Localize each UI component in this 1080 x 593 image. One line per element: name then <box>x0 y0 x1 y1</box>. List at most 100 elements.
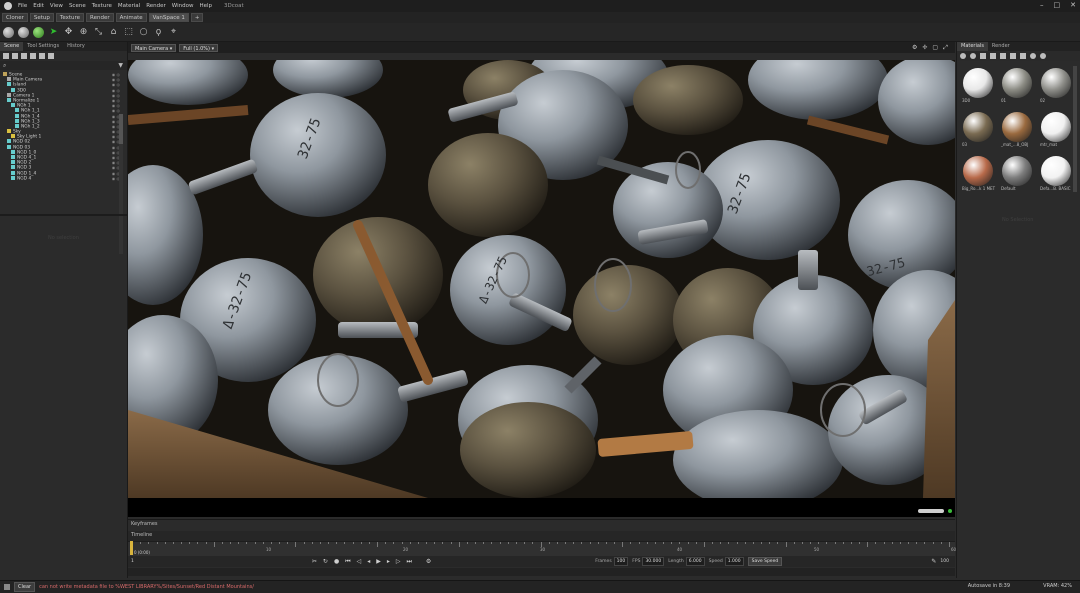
menu-material[interactable]: Material <box>118 3 140 9</box>
list-icon[interactable] <box>1020 53 1026 59</box>
workspace-tab[interactable]: Render <box>86 13 114 22</box>
settings-icon[interactable]: ⚙ <box>426 558 431 565</box>
menu-file[interactable]: File <box>18 3 27 9</box>
panel-divider[interactable] <box>0 214 127 216</box>
new-folder-icon[interactable] <box>12 53 18 59</box>
menu-render[interactable]: Render <box>146 3 166 9</box>
expand-icon[interactable]: ⤢ <box>943 44 948 52</box>
rect-select-icon[interactable]: ⬚ <box>123 27 134 38</box>
render-viewport[interactable]: 32-75 32-75 Δ-32-75 32-75 Δ-32-75 <box>128 60 955 498</box>
material-swatch[interactable]: 3D0 <box>960 65 996 105</box>
first-frame-icon[interactable]: ⏮ <box>345 558 350 566</box>
frame-icon[interactable]: ▢ <box>932 44 938 52</box>
material-library-icon[interactable] <box>970 53 976 59</box>
refresh-icon[interactable] <box>1030 53 1036 59</box>
rotate-gizmo-icon[interactable]: ⊕ <box>78 27 89 38</box>
render-mode-shaded-icon[interactable] <box>3 26 14 38</box>
mesh-icon <box>11 87 15 92</box>
fps-input[interactable]: 30.000 <box>642 557 665 566</box>
material-swatch[interactable]: _mat_...8_OBJ <box>999 109 1035 149</box>
workspace-tab[interactable]: VanSpace 1 <box>148 13 189 22</box>
duplicate-icon[interactable] <box>39 53 45 59</box>
frames-input[interactable]: 100 <box>613 557 629 566</box>
console-icon[interactable] <box>4 584 10 590</box>
material-swatch[interactable]: Big_Ro...k 1 MET <box>960 153 996 193</box>
play-icon[interactable]: ▶ <box>376 558 381 565</box>
pivot-icon[interactable]: ⌂ <box>108 27 119 38</box>
scale-gizmo-icon[interactable]: ⤡ <box>93 27 104 38</box>
material-swatch[interactable]: Defa...B. BASIC <box>1038 153 1074 193</box>
material-swatch[interactable]: 02 <box>1038 65 1074 105</box>
menu-help[interactable]: Help <box>199 3 212 9</box>
material-swatch[interactable]: 03 <box>960 109 996 149</box>
scene-search[interactable]: ⌕ ▼ <box>0 61 127 70</box>
add-light-icon[interactable] <box>21 53 27 59</box>
cut-icon[interactable]: ✂ <box>312 558 317 565</box>
import-icon[interactable] <box>980 53 986 59</box>
start-frame-field[interactable]: 1 <box>131 559 134 564</box>
material-swatch[interactable]: mtr_mat <box>1038 109 1074 149</box>
tab-tool-settings[interactable]: Tool Settings <box>23 42 63 51</box>
material-swatch[interactable]: 01 <box>999 65 1035 105</box>
select-arrow-icon[interactable]: ➤ <box>48 27 59 38</box>
prev-key-icon[interactable]: ◁ <box>357 558 362 565</box>
menu-texture[interactable]: Texture <box>92 3 112 9</box>
camera-dropdown[interactable]: Main Camera ▾ <box>131 43 177 52</box>
filter-icon[interactable]: ▼ <box>118 62 123 69</box>
tab-materials[interactable]: Materials <box>957 42 988 51</box>
circle-select-icon[interactable]: ○ <box>138 27 149 38</box>
workspace-tab[interactable]: Setup <box>29 13 54 22</box>
material-swatch[interactable]: Default <box>999 153 1035 193</box>
sphere-preview-icon[interactable] <box>1040 53 1046 59</box>
end-frame-field[interactable]: 100 <box>940 559 949 564</box>
new-object-icon[interactable] <box>3 53 9 59</box>
length-input[interactable]: 6.000 <box>685 557 705 566</box>
save-speed-button[interactable]: Save Speed <box>747 557 783 566</box>
materials-scrollbar[interactable] <box>1073 66 1077 192</box>
workspace-tab[interactable]: + <box>190 13 204 22</box>
maximize-icon[interactable]: □ <box>1054 1 1061 9</box>
clear-button[interactable]: Clear <box>14 582 36 592</box>
pencil-icon[interactable]: ✎ <box>931 558 936 565</box>
lasso-select-icon[interactable]: ϙ <box>153 27 164 38</box>
loop-icon[interactable]: ↻ <box>323 558 328 565</box>
next-key-icon[interactable]: ▷ <box>396 558 401 565</box>
resolution-dropdown[interactable]: Full (1.0%) ▾ <box>179 43 219 52</box>
last-frame-icon[interactable]: ⏭ <box>407 558 412 566</box>
minimize-icon[interactable]: – <box>1040 1 1044 9</box>
light-icon <box>11 134 15 139</box>
settings-gear-icon[interactable]: ⚙ <box>912 44 917 52</box>
record-icon[interactable]: ● <box>334 558 339 565</box>
add-material-icon[interactable] <box>960 53 966 59</box>
tab-scene[interactable]: Scene <box>0 42 24 51</box>
tab-render[interactable]: Render <box>988 42 1014 51</box>
copy-icon[interactable] <box>1000 53 1006 59</box>
menu-view[interactable]: View <box>50 3 63 9</box>
close-icon[interactable]: ✕ <box>1070 1 1076 9</box>
trash-icon[interactable] <box>1010 53 1016 59</box>
next-frame-icon[interactable]: ▸ <box>387 558 390 565</box>
render-mode-live-icon[interactable] <box>33 26 44 38</box>
scene-tree-scrollbar[interactable] <box>119 114 123 254</box>
exposure-slider[interactable] <box>918 509 944 513</box>
workspace-tab[interactable]: Animate <box>115 13 147 22</box>
menu-window[interactable]: Window <box>172 3 194 9</box>
workspace-tab[interactable]: Cloner <box>2 13 28 22</box>
prev-frame-icon[interactable]: ◂ <box>367 558 370 565</box>
tab-history[interactable]: History <box>63 42 89 51</box>
folder-icon[interactable] <box>990 53 996 59</box>
paint-select-icon[interactable]: ⌖ <box>168 27 179 38</box>
timeline-ruler[interactable]: 10 20 30 40 50 60 <box>128 541 956 556</box>
render-mode-matcap-icon[interactable] <box>18 26 29 38</box>
menu-edit[interactable]: Edit <box>33 3 44 9</box>
workspace-tab[interactable]: Texture <box>55 13 85 22</box>
delete-icon[interactable] <box>48 53 54 59</box>
menu-scene[interactable]: Scene <box>69 3 86 9</box>
speed-input[interactable]: 1.000 <box>724 557 744 566</box>
grid-icon[interactable]: ✢ <box>922 44 927 52</box>
move-gizmo-icon[interactable]: ✥ <box>63 27 74 38</box>
scene-tree-item[interactable]: NGD 4 ◉ ◎ <box>0 175 122 181</box>
timeline-scrollbar[interactable] <box>128 568 955 576</box>
add-camera-icon[interactable] <box>30 53 36 59</box>
playhead[interactable] <box>130 541 133 555</box>
